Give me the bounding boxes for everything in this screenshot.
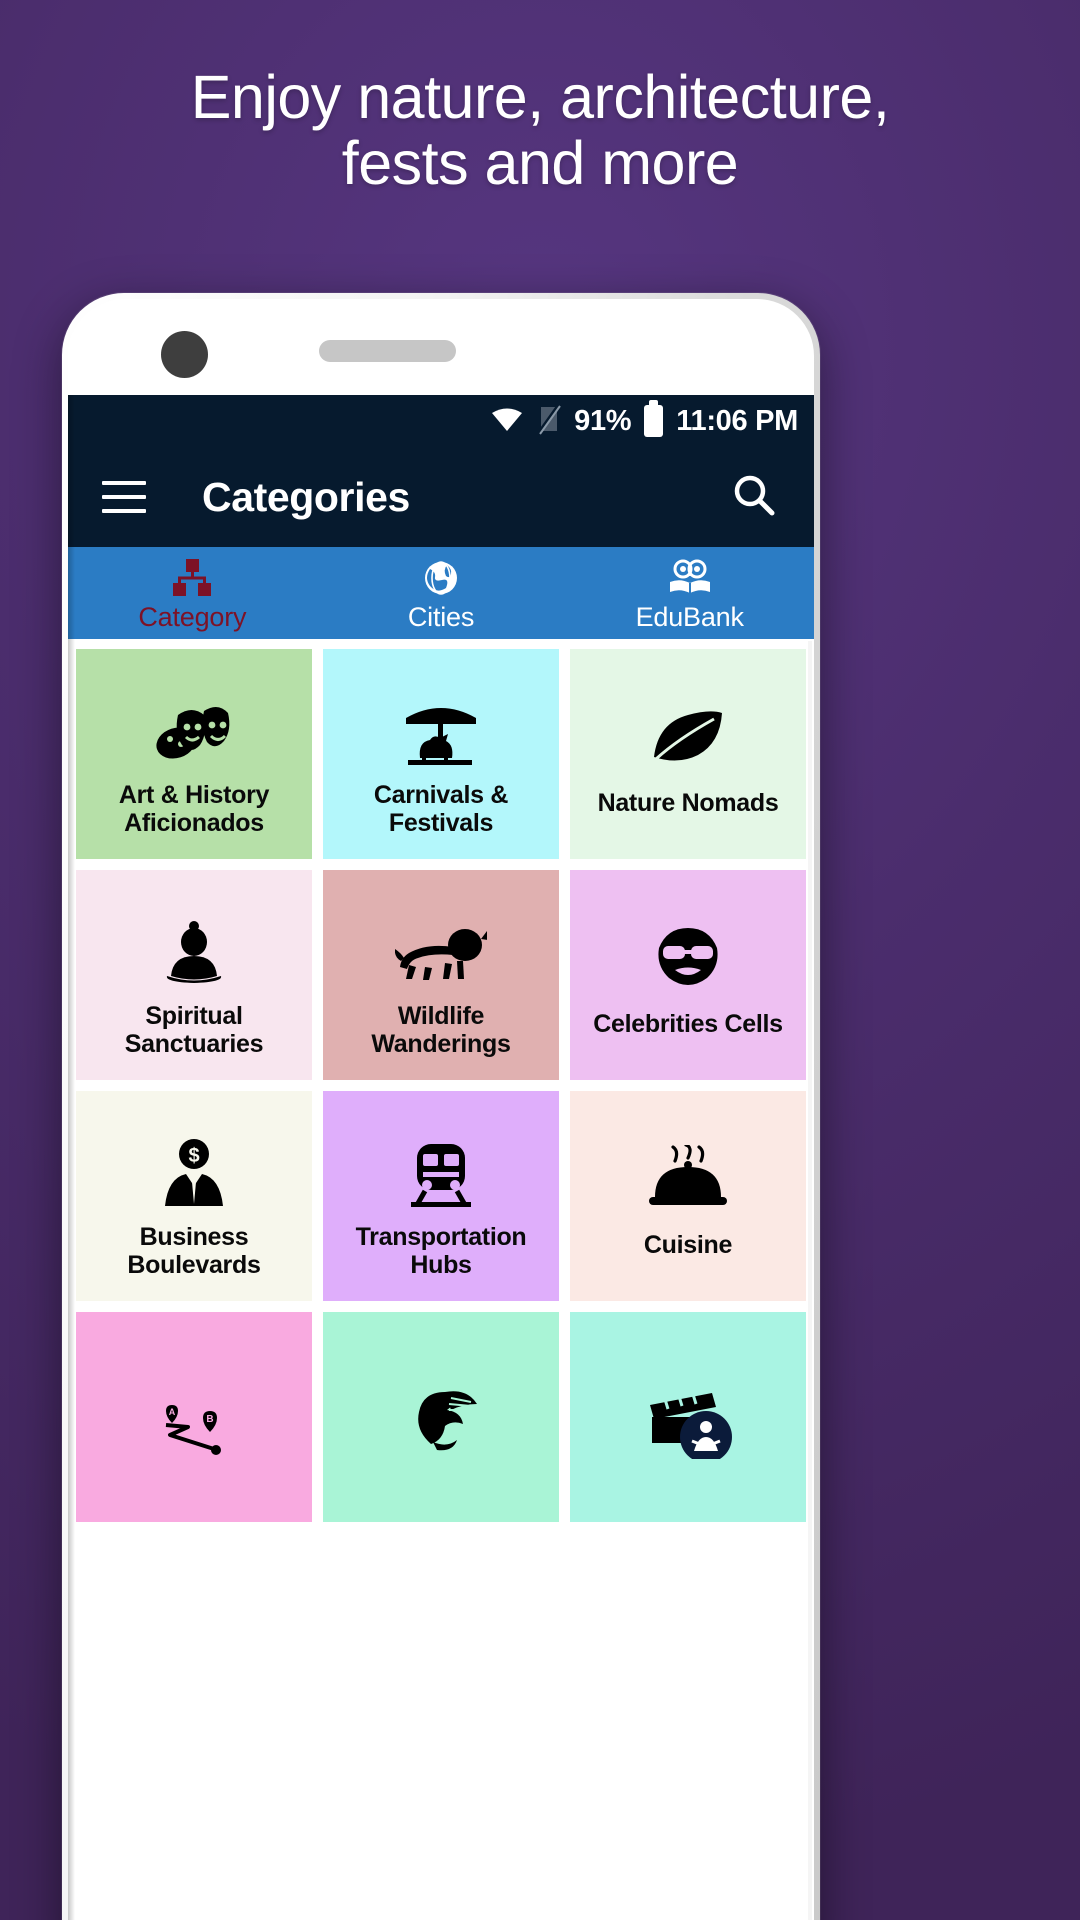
buddha-icon xyxy=(84,904,304,1002)
category-grid: Art & History Aficionados Carnivals & Fe… xyxy=(68,639,814,1522)
search-icon[interactable] xyxy=(730,471,778,524)
tab-category[interactable]: Category xyxy=(68,547,317,639)
category-card-cinema[interactable] xyxy=(570,1312,806,1522)
category-card-business-boulevards[interactable]: $ Business Boulevards xyxy=(76,1091,312,1301)
phone-screen-bezel: 91% 11:06 PM Categories Category Cities … xyxy=(68,299,814,1920)
battery-percent-label: 91% xyxy=(574,404,632,437)
category-label: Wildlife Wanderings xyxy=(371,1002,511,1058)
route-a-to-b-icon: A B xyxy=(84,1346,304,1500)
leaf-icon xyxy=(578,683,798,789)
tab-label-edubank: EduBank xyxy=(635,601,744,632)
category-card-transportation-hubs[interactable]: Transportation Hubs xyxy=(323,1091,559,1301)
status-bar: 91% 11:06 PM xyxy=(68,395,814,447)
owl-book-icon xyxy=(666,558,714,598)
category-card-spartan[interactable] xyxy=(323,1312,559,1522)
category-card-carnivals-festivals[interactable]: Carnivals & Festivals xyxy=(323,649,559,859)
app-screen: 91% 11:06 PM Categories Category Cities … xyxy=(68,395,814,1920)
category-card-celebrities-cells[interactable]: Celebrities Cells xyxy=(570,870,806,1080)
category-label: Spiritual Sanctuaries xyxy=(124,1002,264,1058)
category-label: Celebrities Cells xyxy=(593,1010,783,1038)
earpiece-speaker xyxy=(319,340,456,362)
hamburger-menu-icon[interactable] xyxy=(102,481,146,513)
spartan-helmet-icon xyxy=(331,1346,551,1500)
lion-icon xyxy=(331,904,551,1002)
tab-label-category: Category xyxy=(138,601,247,632)
category-label: Cuisine xyxy=(643,1231,733,1259)
category-label: Carnivals & Festivals xyxy=(373,781,509,837)
status-clock: 11:06 PM xyxy=(676,404,798,437)
svg-text:A: A xyxy=(169,1407,176,1417)
clapperboard-icon xyxy=(578,1346,798,1500)
category-label: Transportation Hubs xyxy=(355,1223,527,1279)
category-card-wildlife-wanderings[interactable]: Wildlife Wanderings xyxy=(323,870,559,1080)
battery-icon xyxy=(644,400,664,437)
category-card-route[interactable]: A B xyxy=(76,1312,312,1522)
phone-frame: 91% 11:06 PM Categories Category Cities … xyxy=(62,293,820,1920)
signal-off-icon xyxy=(537,403,561,440)
app-bar: Categories xyxy=(68,447,814,547)
category-label: Art & History Aficionados xyxy=(118,781,270,837)
headline-line-1: Enjoy nature, architecture, xyxy=(190,63,890,131)
tab-bar: Category Cities EduBank xyxy=(68,547,814,639)
category-label: Business Boulevards xyxy=(127,1223,261,1279)
svg-text:B: B xyxy=(206,1414,213,1425)
sitemap-icon xyxy=(170,558,214,598)
category-card-spiritual-sanctuaries[interactable]: Spiritual Sanctuaries xyxy=(76,870,312,1080)
category-label: Nature Nomads xyxy=(597,789,779,817)
tab-cities[interactable]: Cities xyxy=(317,547,566,639)
svg-text:$: $ xyxy=(188,1145,199,1167)
celebrity-face-icon xyxy=(578,904,798,1010)
food-cloche-icon xyxy=(578,1125,798,1231)
front-camera-icon xyxy=(161,331,208,378)
globe-icon xyxy=(421,558,461,598)
businessman-dollar-icon: $ xyxy=(84,1125,304,1223)
train-icon xyxy=(331,1125,551,1223)
category-card-art-history[interactable]: Art & History Aficionados xyxy=(76,649,312,859)
carousel-icon xyxy=(331,683,551,781)
promo-headline: Enjoy nature, architecture, fests and mo… xyxy=(0,64,1080,197)
tab-edubank[interactable]: EduBank xyxy=(565,547,814,639)
headline-line-2: fests and more xyxy=(341,129,739,198)
scrollbar-track[interactable] xyxy=(808,641,812,1920)
page-title: Categories xyxy=(202,473,410,520)
category-card-nature-nomads[interactable]: Nature Nomads xyxy=(570,649,806,859)
category-card-cuisine[interactable]: Cuisine xyxy=(570,1091,806,1301)
wifi-icon xyxy=(490,405,524,438)
tab-label-cities: Cities xyxy=(407,601,475,632)
theater-masks-icon xyxy=(84,683,304,781)
